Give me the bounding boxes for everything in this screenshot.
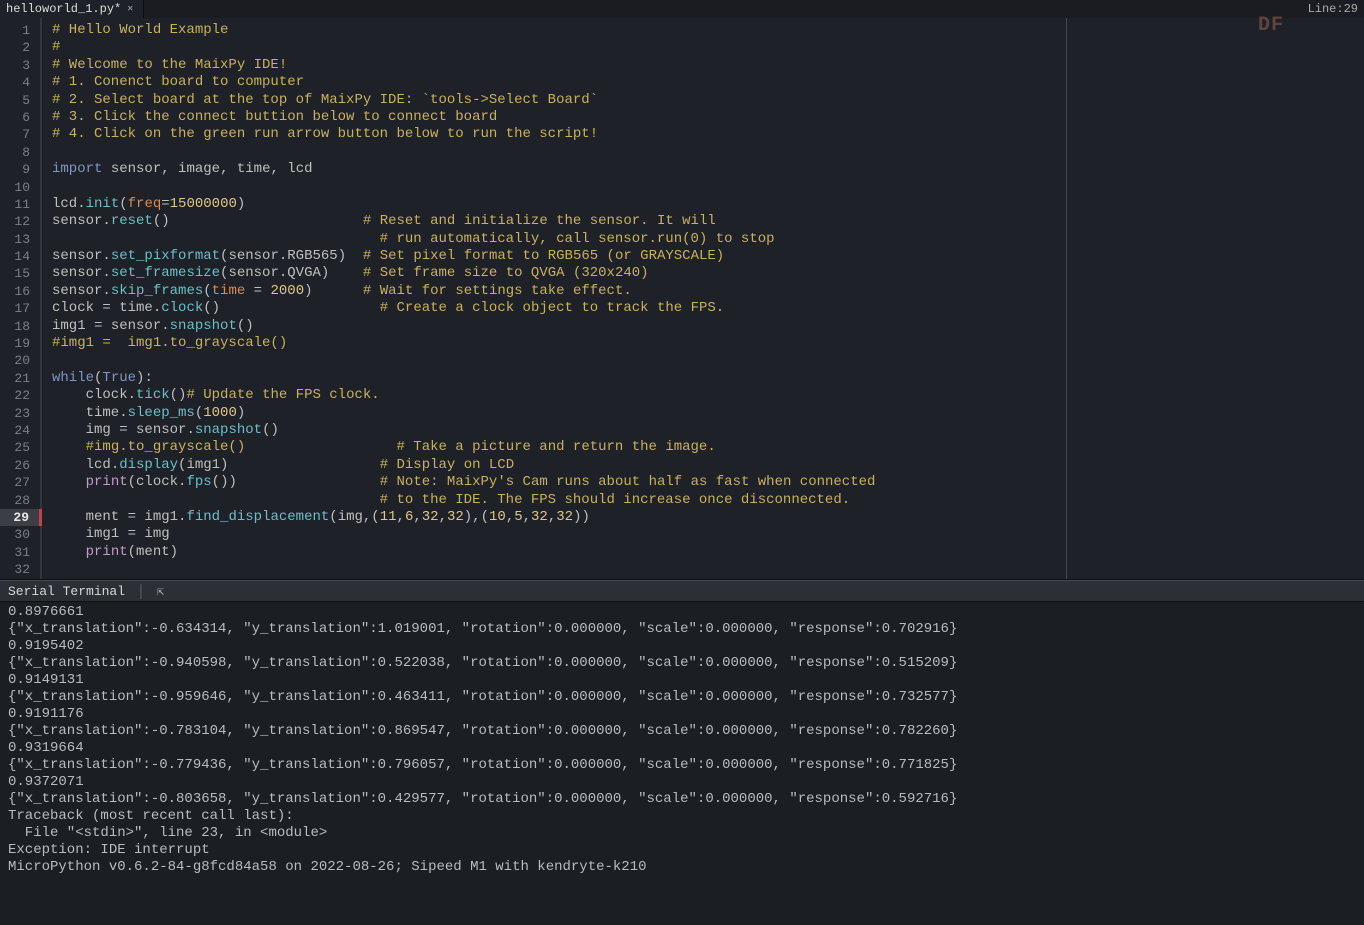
file-tab[interactable]: helloworld_1.py* ✕ bbox=[0, 0, 144, 18]
code-line[interactable]: ment = img1.find_displacement(img,(11,6,… bbox=[52, 509, 1066, 526]
code-line[interactable]: # bbox=[52, 39, 1066, 56]
terminal-line: {"x_translation":-0.783104, "y_translati… bbox=[8, 723, 1356, 740]
code-line[interactable]: img = sensor.snapshot() bbox=[52, 422, 1066, 439]
code-line[interactable]: # 2. Select board at the top of MaixPy I… bbox=[52, 92, 1066, 109]
line-number: 13 bbox=[0, 231, 40, 248]
terminal-line: {"x_translation":-0.779436, "y_translati… bbox=[8, 757, 1356, 774]
separator-icon: │ bbox=[137, 584, 145, 599]
code-editor[interactable]: 123456789101112▾131415161718192021▾22232… bbox=[0, 18, 1364, 580]
line-number: 14 bbox=[0, 248, 40, 265]
code-line[interactable]: # 1. Conenct board to computer bbox=[52, 74, 1066, 91]
code-line[interactable]: # Hello World Example bbox=[52, 22, 1066, 39]
line-number-gutter: 123456789101112▾131415161718192021▾22232… bbox=[0, 18, 42, 579]
code-line[interactable]: print(ment) bbox=[52, 544, 1066, 561]
line-number: 19 bbox=[0, 335, 40, 352]
tab-bar: helloworld_1.py* ✕ Line: 29 bbox=[0, 0, 1364, 18]
line-number: 9 bbox=[0, 161, 40, 178]
line-number: 30 bbox=[0, 526, 40, 543]
line-number: 20 bbox=[0, 352, 40, 369]
terminal-line: {"x_translation":-0.634314, "y_translati… bbox=[8, 621, 1356, 638]
serial-terminal-title: Serial Terminal bbox=[8, 584, 125, 599]
code-line[interactable]: sensor.skip_frames(time = 2000) # Wait f… bbox=[52, 283, 1066, 300]
terminal-line: Exception: IDE interrupt bbox=[8, 842, 1356, 859]
line-number: 18 bbox=[0, 318, 40, 335]
code-line[interactable]: img1 = sensor.snapshot() bbox=[52, 318, 1066, 335]
code-line[interactable]: # Welcome to the MaixPy IDE! bbox=[52, 57, 1066, 74]
line-number: 28 bbox=[0, 492, 40, 509]
line-number: 12▾ bbox=[0, 213, 40, 230]
terminal-line: 0.9195402 bbox=[8, 638, 1356, 655]
serial-terminal-header: Serial Terminal │ ⇱ bbox=[0, 580, 1364, 602]
terminal-line: {"x_translation":-0.940598, "y_translati… bbox=[8, 655, 1356, 672]
code-line[interactable]: #img1 = img1.to_grayscale() bbox=[52, 335, 1066, 352]
terminal-line: {"x_translation":-0.803658, "y_translati… bbox=[8, 791, 1356, 808]
code-line[interactable]: img1 = img bbox=[52, 526, 1066, 543]
line-number: 26 bbox=[0, 457, 40, 474]
file-tab-title: helloworld_1.py* bbox=[6, 2, 121, 16]
line-number: 32 bbox=[0, 561, 40, 578]
line-number: 22 bbox=[0, 387, 40, 404]
line-number-value: 29 bbox=[1344, 2, 1358, 16]
line-number: 10 bbox=[0, 179, 40, 196]
terminal-line: 0.8976661 bbox=[8, 604, 1356, 621]
line-number: 1 bbox=[0, 22, 40, 39]
close-icon[interactable]: ✕ bbox=[127, 3, 133, 15]
terminal-line: 0.9372071 bbox=[8, 774, 1356, 791]
code-line[interactable]: # 3. Click the connect buttion below to … bbox=[52, 109, 1066, 126]
line-number: 31 bbox=[0, 544, 40, 561]
code-line[interactable]: sensor.set_framesize(sensor.QVGA) # Set … bbox=[52, 265, 1066, 282]
right-panel-spacer bbox=[1066, 18, 1364, 579]
line-number: 23 bbox=[0, 405, 40, 422]
line-number: 3 bbox=[0, 57, 40, 74]
code-line[interactable]: sensor.reset() # Reset and initialize th… bbox=[52, 213, 1066, 230]
code-line[interactable]: import sensor, image, time, lcd bbox=[52, 161, 1066, 178]
code-line[interactable]: # run automatically, call sensor.run(0) … bbox=[52, 231, 1066, 248]
code-line[interactable]: #img.to_grayscale() # Take a picture and… bbox=[52, 439, 1066, 456]
code-line[interactable]: # to the IDE. The FPS should increase on… bbox=[52, 492, 1066, 509]
terminal-line: 0.9191176 bbox=[8, 706, 1356, 723]
line-number: 27▾ bbox=[0, 474, 40, 491]
line-number: 24 bbox=[0, 422, 40, 439]
terminal-action-icon[interactable]: ⇱ bbox=[157, 584, 164, 599]
code-area[interactable]: # Hello World Example## Welcome to the M… bbox=[42, 18, 1066, 579]
code-line[interactable]: lcd.display(img1) # Display on LCD bbox=[52, 457, 1066, 474]
line-number: 7 bbox=[0, 126, 40, 143]
ide-window: helloworld_1.py* ✕ Line: 29 DF 123456789… bbox=[0, 0, 1364, 925]
code-line[interactable] bbox=[52, 352, 1066, 369]
terminal-line: MicroPython v0.6.2-84-g8fcd84a58 on 2022… bbox=[8, 859, 1356, 876]
line-number: 25▾ bbox=[0, 439, 40, 456]
terminal-line: 0.9319664 bbox=[8, 740, 1356, 757]
line-number: 6 bbox=[0, 109, 40, 126]
code-line[interactable]: while(True): bbox=[52, 370, 1066, 387]
line-label: Line: bbox=[1308, 2, 1344, 16]
line-number: 17 bbox=[0, 300, 40, 317]
code-line[interactable] bbox=[52, 179, 1066, 196]
code-line[interactable] bbox=[52, 144, 1066, 161]
code-line[interactable]: sensor.set_pixformat(sensor.RGB565) # Se… bbox=[52, 248, 1066, 265]
code-line[interactable]: # 4. Click on the green run arrow button… bbox=[52, 126, 1066, 143]
line-number: 2 bbox=[0, 39, 40, 56]
line-number: 4 bbox=[0, 74, 40, 91]
cursor-line-status: Line: 29 bbox=[1308, 0, 1358, 18]
line-number: 11 bbox=[0, 196, 40, 213]
code-line[interactable]: lcd.init(freq=15000000) bbox=[52, 196, 1066, 213]
terminal-line: Traceback (most recent call last): bbox=[8, 808, 1356, 825]
code-line[interactable] bbox=[52, 561, 1066, 578]
code-line[interactable]: clock.tick()# Update the FPS clock. bbox=[52, 387, 1066, 404]
code-line[interactable]: clock = time.clock() # Create a clock ob… bbox=[52, 300, 1066, 317]
terminal-line: {"x_translation":-0.959646, "y_translati… bbox=[8, 689, 1356, 706]
line-number: 5 bbox=[0, 92, 40, 109]
line-number: 21▾ bbox=[0, 370, 40, 387]
line-number: 16 bbox=[0, 283, 40, 300]
terminal-line: 0.9149131 bbox=[8, 672, 1356, 689]
terminal-line: File "<stdin>", line 23, in <module> bbox=[8, 825, 1356, 842]
line-number: 15 bbox=[0, 265, 40, 282]
code-line[interactable]: time.sleep_ms(1000) bbox=[52, 405, 1066, 422]
serial-terminal-output[interactable]: 0.8976661{"x_translation":-0.634314, "y_… bbox=[0, 602, 1364, 925]
line-number: 8 bbox=[0, 144, 40, 161]
line-number: 29 bbox=[0, 509, 42, 526]
code-line[interactable]: print(clock.fps()) # Note: MaixPy's Cam … bbox=[52, 474, 1066, 491]
